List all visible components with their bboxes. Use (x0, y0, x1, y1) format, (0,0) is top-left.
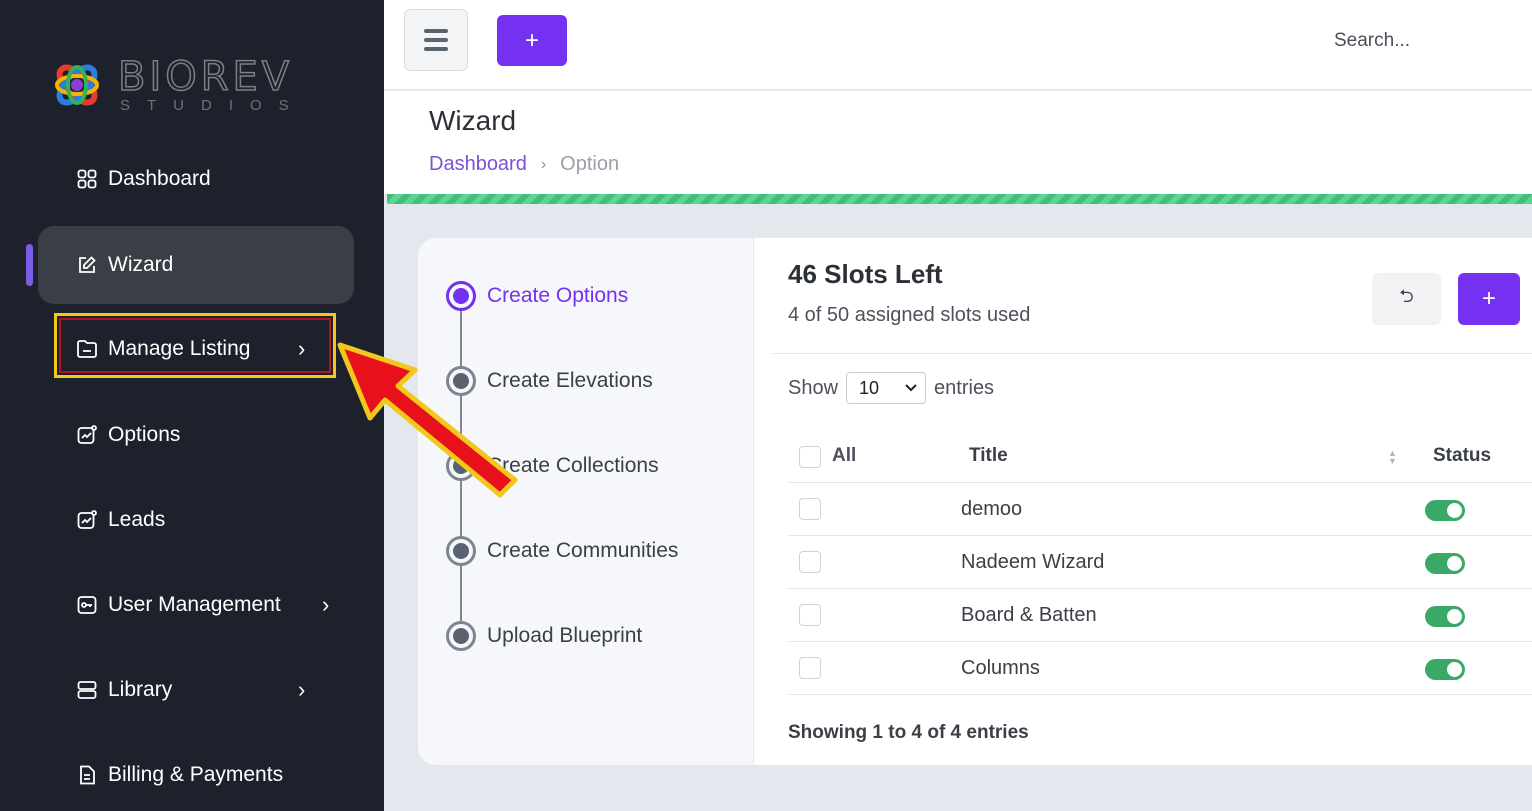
server-icon (76, 679, 98, 701)
sidebar-item-label: Billing & Payments (108, 763, 284, 786)
row-checkbox[interactable] (799, 551, 821, 573)
grid-icon (76, 168, 98, 190)
table-row: Columns (788, 642, 1532, 695)
step-dot-icon (446, 451, 476, 481)
table-row: Nadeem Wizard (788, 536, 1532, 589)
search-input[interactable] (1334, 24, 1524, 58)
row-title: Columns (961, 657, 1040, 679)
sidebar-item-label: Options (108, 423, 181, 446)
sidebar-item-label: Library (108, 678, 173, 701)
invoice-icon (76, 764, 98, 786)
entries-label: entries (934, 376, 995, 399)
step-dot-icon (446, 281, 476, 311)
sidebar-item-options[interactable]: Options (38, 396, 354, 474)
chevron-right-icon: › (298, 677, 306, 702)
sidebar-item-wizard[interactable]: Wizard (38, 226, 354, 304)
status-toggle[interactable] (1425, 659, 1465, 680)
chart-icon (76, 424, 98, 446)
show-label: Show (788, 376, 839, 399)
step-dot-icon (446, 366, 476, 396)
sidebar-item-user-management[interactable]: User Management › (38, 566, 354, 644)
step-label: Create Collections (487, 454, 659, 477)
table-row: Board & Batten (788, 589, 1532, 642)
chevron-right-icon: › (540, 155, 547, 173)
status-toggle[interactable] (1425, 553, 1465, 574)
select-all-checkbox[interactable] (799, 446, 821, 468)
hamburger-icon (424, 29, 448, 33)
brand-name: BIOREV (117, 54, 294, 100)
step-label: Create Communities (487, 539, 679, 562)
highlight-box (54, 313, 336, 378)
header-status[interactable]: Status (1433, 445, 1491, 467)
logo-mark-icon (48, 54, 106, 116)
slots-title: 46 Slots Left (788, 259, 943, 289)
breadcrumb-current: Option (560, 153, 620, 175)
divider (772, 353, 1532, 354)
step-create-elevations[interactable]: Create Elevations (446, 366, 653, 396)
undo-button[interactable]: ⮌ (1372, 273, 1441, 325)
row-checkbox[interactable] (799, 657, 821, 679)
breadcrumb: Dashboard › Option (429, 153, 619, 176)
sidebar-item-label: User Management (108, 593, 281, 616)
header-all: All (832, 445, 857, 466)
slots-subtitle: 4 of 50 assigned slots used (788, 304, 1031, 326)
sidebar-item-leads[interactable]: Leads (38, 481, 354, 559)
step-dot-icon (446, 621, 476, 651)
breadcrumb-dashboard-link[interactable]: Dashboard (429, 153, 527, 176)
chevron-down-icon (905, 384, 917, 392)
table-row: demoo (788, 483, 1532, 536)
page-title: Wizard (429, 105, 517, 136)
edit-icon (76, 254, 98, 276)
sidebar-item-label: Dashboard (108, 167, 211, 190)
row-checkbox[interactable] (799, 604, 821, 626)
step-create-collections[interactable]: Create Collections (446, 451, 659, 481)
sidebar-item-library[interactable]: Library › (38, 651, 354, 729)
topbar: + (384, 0, 1532, 90)
options-content: 46 Slots Left 4 of 50 assigned slots use… (754, 238, 1532, 765)
step-upload-blueprint[interactable]: Upload Blueprint (446, 621, 642, 651)
step-label: Create Elevations (487, 369, 653, 392)
options-table: All Title ▲ ▼ Status demoo Nadeem Wizard … (788, 431, 1532, 695)
sidebar-item-label: Wizard (108, 253, 174, 276)
sidebar: BIOREV STUDIOS Dashboard Wizard Manage L… (0, 0, 384, 811)
row-title: Board & Batten (961, 604, 1097, 626)
step-create-communities[interactable]: Create Communities (446, 536, 678, 566)
brand-subtitle: STUDIOS (120, 97, 306, 114)
table-info: Showing 1 to 4 of 4 entries (788, 722, 1029, 743)
chevron-right-icon: › (322, 592, 330, 617)
header-title[interactable]: Title (969, 445, 1008, 467)
page-header: Wizard Dashboard › Option (384, 91, 1532, 194)
add-button[interactable]: + (497, 15, 567, 66)
step-label: Upload Blueprint (487, 624, 643, 647)
add-option-button[interactable]: + (1458, 273, 1520, 325)
row-checkbox[interactable] (799, 498, 821, 520)
brand-logo[interactable]: BIOREV STUDIOS (48, 54, 338, 116)
step-dot-icon (446, 536, 476, 566)
wizard-card: Create Options Create Elevations Create … (418, 238, 1532, 765)
table-header-row: All Title ▲ ▼ Status (788, 431, 1532, 483)
sidebar-item-label: Leads (108, 508, 166, 531)
status-toggle[interactable] (1425, 606, 1465, 627)
row-title: demoo (961, 498, 1023, 520)
wizard-steps: Create Options Create Elevations Create … (418, 238, 754, 765)
step-create-options[interactable]: Create Options (446, 281, 628, 311)
page-size-control: Show 10 entries (788, 372, 994, 404)
row-title: Nadeem Wizard (961, 551, 1105, 573)
key-icon (76, 594, 98, 616)
active-indicator (26, 244, 33, 286)
progress-stripe (387, 194, 1532, 204)
menu-toggle-button[interactable] (404, 9, 468, 71)
step-label: Create Options (487, 284, 629, 307)
sidebar-item-billing[interactable]: Billing & Payments (38, 736, 354, 811)
page-size-value: 10 (859, 377, 880, 398)
undo-icon: ⮌ (1399, 286, 1414, 306)
sidebar-item-dashboard[interactable]: Dashboard (38, 140, 354, 218)
sort-icon[interactable]: ▲ ▼ (1388, 449, 1397, 466)
chart-icon (76, 509, 98, 531)
status-toggle[interactable] (1425, 500, 1465, 521)
page-size-select[interactable]: 10 (846, 372, 927, 404)
